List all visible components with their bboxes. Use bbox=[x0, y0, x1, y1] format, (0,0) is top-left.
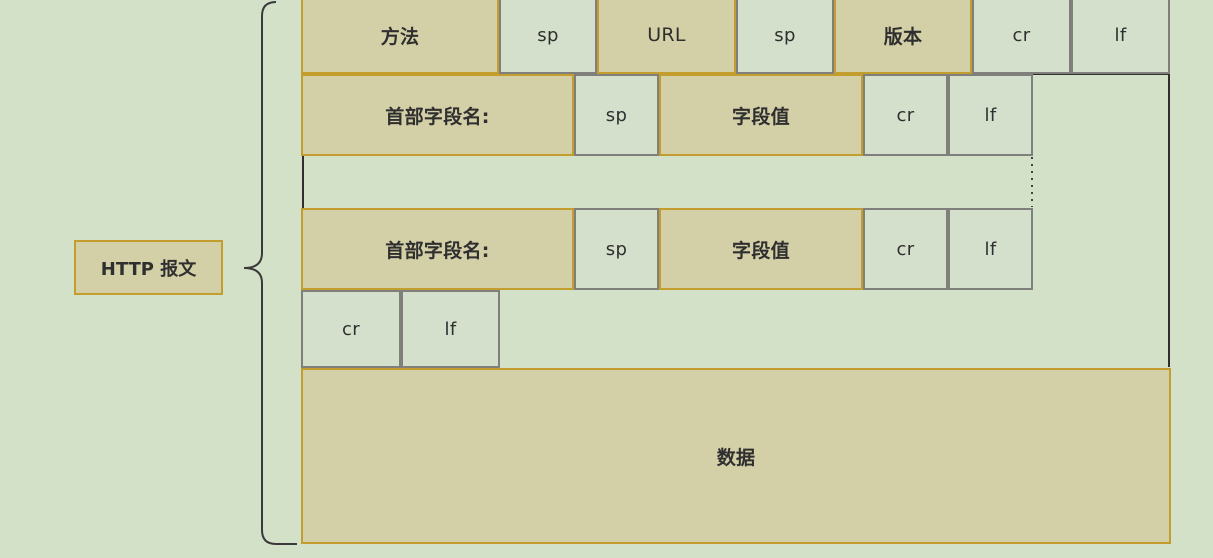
url-text: URL bbox=[647, 24, 686, 46]
body-data-cell: 数据 bbox=[301, 368, 1171, 544]
http-message-label-text: HTTP 报文 bbox=[100, 258, 197, 280]
version-cell: 版本 bbox=[834, 0, 972, 74]
cr-text: cr bbox=[896, 238, 915, 260]
sp-text: sp bbox=[605, 238, 628, 260]
lf-text: lf bbox=[444, 318, 457, 340]
header1-value-cell: 字段值 bbox=[659, 74, 863, 156]
version-text: 版本 bbox=[883, 25, 923, 48]
request-sp1-cell: sp bbox=[499, 0, 597, 74]
header-name-text: 首部字段名: bbox=[385, 105, 490, 128]
request-sp2-cell: sp bbox=[736, 0, 834, 74]
header2-sp-cell: sp bbox=[574, 208, 659, 290]
lf-text: lf bbox=[984, 238, 997, 260]
header1-name-cell: 首部字段名: bbox=[301, 74, 574, 156]
blank-cr-cell: cr bbox=[301, 290, 401, 368]
header2-lf-cell: lf bbox=[948, 208, 1033, 290]
cr-text: cr bbox=[342, 318, 360, 340]
http-message-label: HTTP 报文 bbox=[74, 240, 223, 295]
method-cell: 方法 bbox=[301, 0, 499, 74]
header2-name-cell: 首部字段名: bbox=[301, 208, 574, 290]
header1-sp-cell: sp bbox=[574, 74, 659, 156]
header1-cr-cell: cr bbox=[863, 74, 948, 156]
header1-lf-cell: lf bbox=[948, 74, 1033, 156]
header-name-text: 首部字段名: bbox=[385, 239, 490, 262]
request-cr-cell: cr bbox=[972, 0, 1071, 74]
sp-text: sp bbox=[774, 24, 796, 46]
header-value-text: 字段值 bbox=[732, 239, 790, 262]
header2-cr-cell: cr bbox=[863, 208, 948, 290]
blank-lf-cell: lf bbox=[401, 290, 500, 368]
cr-text: cr bbox=[1012, 24, 1031, 46]
message-brace bbox=[243, 1, 297, 545]
sp-text: sp bbox=[605, 104, 628, 126]
lf-text: lf bbox=[1114, 24, 1127, 46]
body-data-text: 数据 bbox=[716, 446, 756, 469]
header-value-text: 字段值 bbox=[732, 105, 790, 128]
header2-value-cell: 字段值 bbox=[659, 208, 863, 290]
request-lf-cell: lf bbox=[1071, 0, 1170, 74]
url-cell: URL bbox=[597, 0, 736, 74]
lf-text: lf bbox=[984, 104, 997, 126]
cr-text: cr bbox=[896, 104, 915, 126]
sp-text: sp bbox=[537, 24, 559, 46]
method-text: 方法 bbox=[380, 25, 420, 48]
